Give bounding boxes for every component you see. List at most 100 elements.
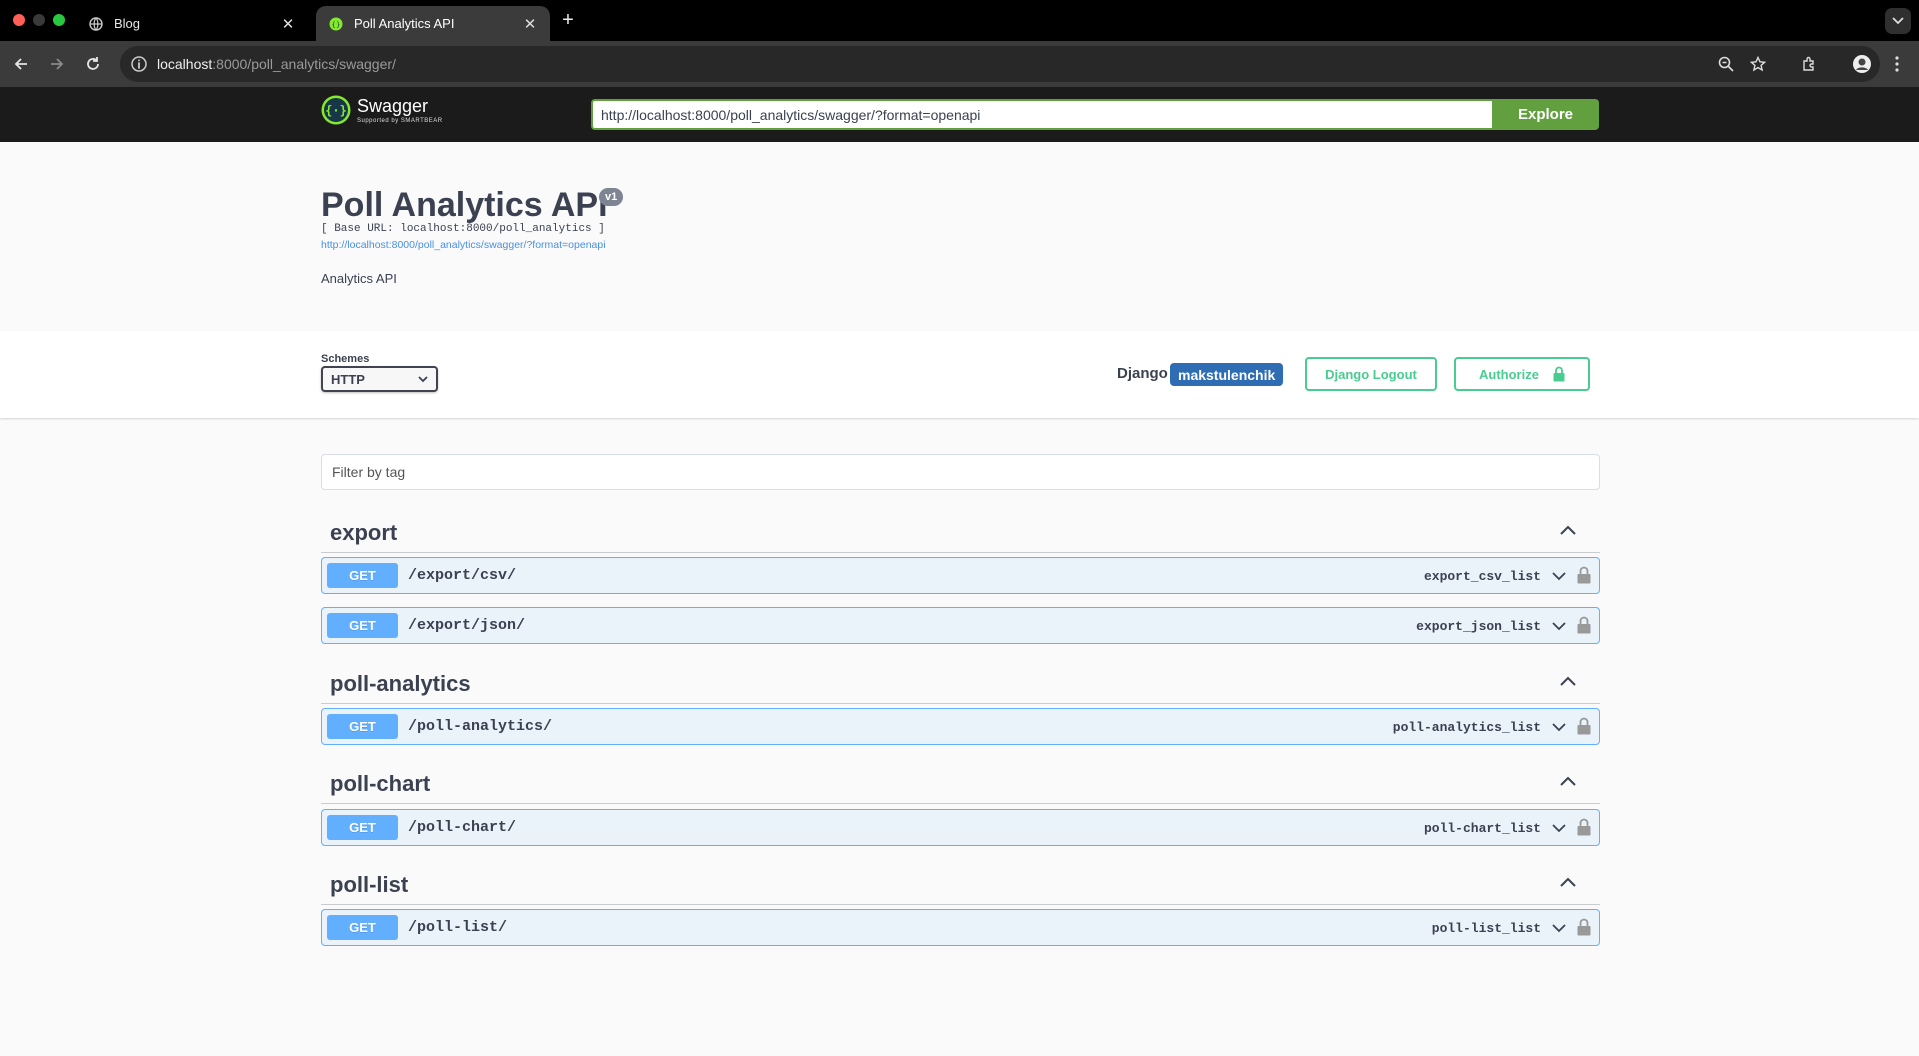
api-description: Analytics API (321, 271, 397, 286)
arrow-left-icon (14, 58, 27, 70)
method-badge: GET (327, 714, 398, 739)
schemes-selected-value: HTTP (331, 371, 365, 387)
lock-icon[interactable] (1577, 717, 1591, 735)
chevron-up-icon[interactable] (1558, 873, 1578, 893)
chevron-down-icon[interactable] (1551, 618, 1567, 634)
operation-path: /export/json/ (408, 617, 526, 634)
close-icon[interactable]: ✕ (522, 16, 538, 33)
tag-name: export (330, 520, 398, 545)
operation-get-export-csv[interactable]: GET /export/csv/ export_csv_list (321, 557, 1600, 594)
bookmark-star-icon[interactable] (1747, 53, 1769, 75)
reload-button[interactable] (82, 53, 104, 75)
lock-icon (1553, 366, 1565, 382)
chevron-down-icon[interactable] (1551, 920, 1567, 936)
operation-path: /poll-list/ (408, 919, 508, 936)
chevron-up-icon[interactable] (1558, 672, 1578, 692)
extensions-icon[interactable] (1798, 53, 1820, 75)
site-info-icon[interactable] (130, 55, 148, 73)
operation-id: poll-analytics_list (1392, 720, 1541, 735)
tag-name: poll-analytics (330, 671, 471, 696)
globe-icon (88, 16, 104, 32)
maximize-window-button[interactable] (53, 14, 65, 26)
lock-icon[interactable] (1577, 566, 1591, 584)
tag-section-export[interactable]: export (321, 509, 1600, 553)
reload-icon (87, 57, 99, 70)
forward-button[interactable] (46, 53, 68, 75)
tag-name: poll-chart (330, 771, 431, 796)
lock-icon[interactable] (1577, 616, 1591, 634)
method-badge: GET (327, 915, 398, 940)
page-title: Poll Analytics API (321, 186, 608, 224)
tag-section-poll-analytics[interactable]: poll-analytics (321, 660, 1600, 704)
swagger-favicon-icon: {} (328, 16, 344, 32)
operation-get-export-json[interactable]: GET /export/json/ export_json_list (321, 607, 1600, 644)
filter-by-tag-input[interactable]: Filter by tag (321, 454, 1600, 490)
operation-path: /poll-chart/ (408, 819, 517, 836)
operation-id: export_csv_list (1423, 569, 1541, 584)
swagger-logo-icon: {·} (321, 95, 351, 125)
spec-link[interactable]: http://localhost:8000/poll_analytics/swa… (321, 239, 606, 251)
zoom-icon[interactable] (1715, 53, 1737, 75)
lock-icon[interactable] (1577, 918, 1591, 936)
tab-label: Poll Analytics API (354, 16, 455, 31)
authorize-button[interactable]: Authorize (1454, 357, 1590, 391)
browser-tab-bar: Blog ✕ {} Poll Analytics API ✕ + (0, 0, 1919, 41)
operation-id: poll-chart_list (1423, 821, 1541, 836)
tab-label: Blog (114, 16, 141, 31)
operation-get-poll-chart[interactable]: GET /poll-chart/ poll-chart_list (321, 809, 1600, 846)
method-badge: GET (327, 613, 398, 638)
browser-toolbar: localhost:8000/poll_analytics/swagger/ (0, 41, 1919, 87)
swagger-brand-sub: Supported by SMARTBEAR (357, 117, 443, 124)
authorize-label: Authorize (1479, 366, 1539, 382)
swagger-logo[interactable]: {·} Swagger Supported by SMARTBEAR (321, 95, 443, 125)
url-path: :8000/poll_analytics/swagger/ (212, 56, 396, 72)
new-tab-button[interactable]: + (557, 9, 579, 31)
operation-path: /export/csv/ (408, 567, 517, 584)
chevron-down-icon (1892, 17, 1904, 25)
browser-menu-icon[interactable] (1886, 53, 1908, 75)
close-icon[interactable]: ✕ (280, 16, 296, 33)
chevron-down-icon[interactable] (1551, 719, 1567, 735)
chevron-down-icon[interactable] (1551, 820, 1567, 836)
base-url: [ Base URL: localhost:8000/poll_analytic… (321, 223, 605, 235)
api-info: Poll Analytics API v1 [ Base URL: localh… (0, 142, 1919, 331)
address-url: localhost:8000/poll_analytics/swagger/ (157, 56, 396, 72)
svg-text:{·}: {·} (325, 104, 347, 118)
spec-url-input[interactable]: http://localhost:8000/poll_analytics/swa… (591, 99, 1492, 130)
swagger-brand-name: Swagger (357, 95, 429, 116)
schemes-select[interactable]: HTTP (321, 366, 438, 392)
operation-get-poll-analytics[interactable]: GET /poll-analytics/ poll-analytics_list (321, 708, 1600, 745)
chevron-up-icon[interactable] (1558, 772, 1578, 792)
django-logout-button[interactable]: Django Logout (1305, 357, 1437, 391)
operation-path: /poll-analytics/ (408, 718, 553, 735)
method-badge: GET (327, 815, 398, 840)
address-bar[interactable]: localhost:8000/poll_analytics/swagger/ (120, 46, 1880, 82)
django-label: Django (1117, 365, 1168, 382)
chevron-up-icon[interactable] (1558, 521, 1578, 541)
tag-section-poll-chart[interactable]: poll-chart (321, 760, 1600, 804)
swagger-topbar: {·} Swagger Supported by SMARTBEAR http:… (0, 87, 1919, 142)
schemes-label: Schemes (321, 353, 370, 365)
tab-search-button[interactable] (1885, 8, 1911, 34)
operation-get-poll-list[interactable]: GET /poll-list/ poll-list_list (321, 909, 1600, 946)
tag-name: poll-list (330, 872, 409, 897)
explore-button[interactable]: Explore (1492, 99, 1599, 130)
url-host: localhost (157, 56, 213, 72)
arrow-right-icon (51, 58, 64, 70)
svg-text:{}: {} (332, 21, 341, 29)
operation-id: export_json_list (1416, 619, 1541, 634)
minimize-window-button[interactable] (33, 14, 45, 26)
method-badge: GET (327, 563, 398, 588)
scheme-container: Schemes HTTP Django makstulenchik Django… (0, 331, 1919, 418)
profile-avatar[interactable] (1851, 53, 1873, 75)
operation-id: poll-list_list (1431, 921, 1541, 936)
back-button[interactable] (10, 53, 32, 75)
chevron-down-icon (418, 375, 428, 382)
chevron-down-icon[interactable] (1551, 568, 1567, 584)
version-badge: v1 (599, 188, 624, 206)
tab-blog[interactable]: Blog ✕ (76, 6, 308, 41)
lock-icon[interactable] (1577, 818, 1591, 836)
close-window-button[interactable] (13, 14, 25, 26)
tag-section-poll-list[interactable]: poll-list (321, 861, 1600, 905)
tab-poll-analytics-api[interactable]: {} Poll Analytics API ✕ (316, 6, 550, 41)
